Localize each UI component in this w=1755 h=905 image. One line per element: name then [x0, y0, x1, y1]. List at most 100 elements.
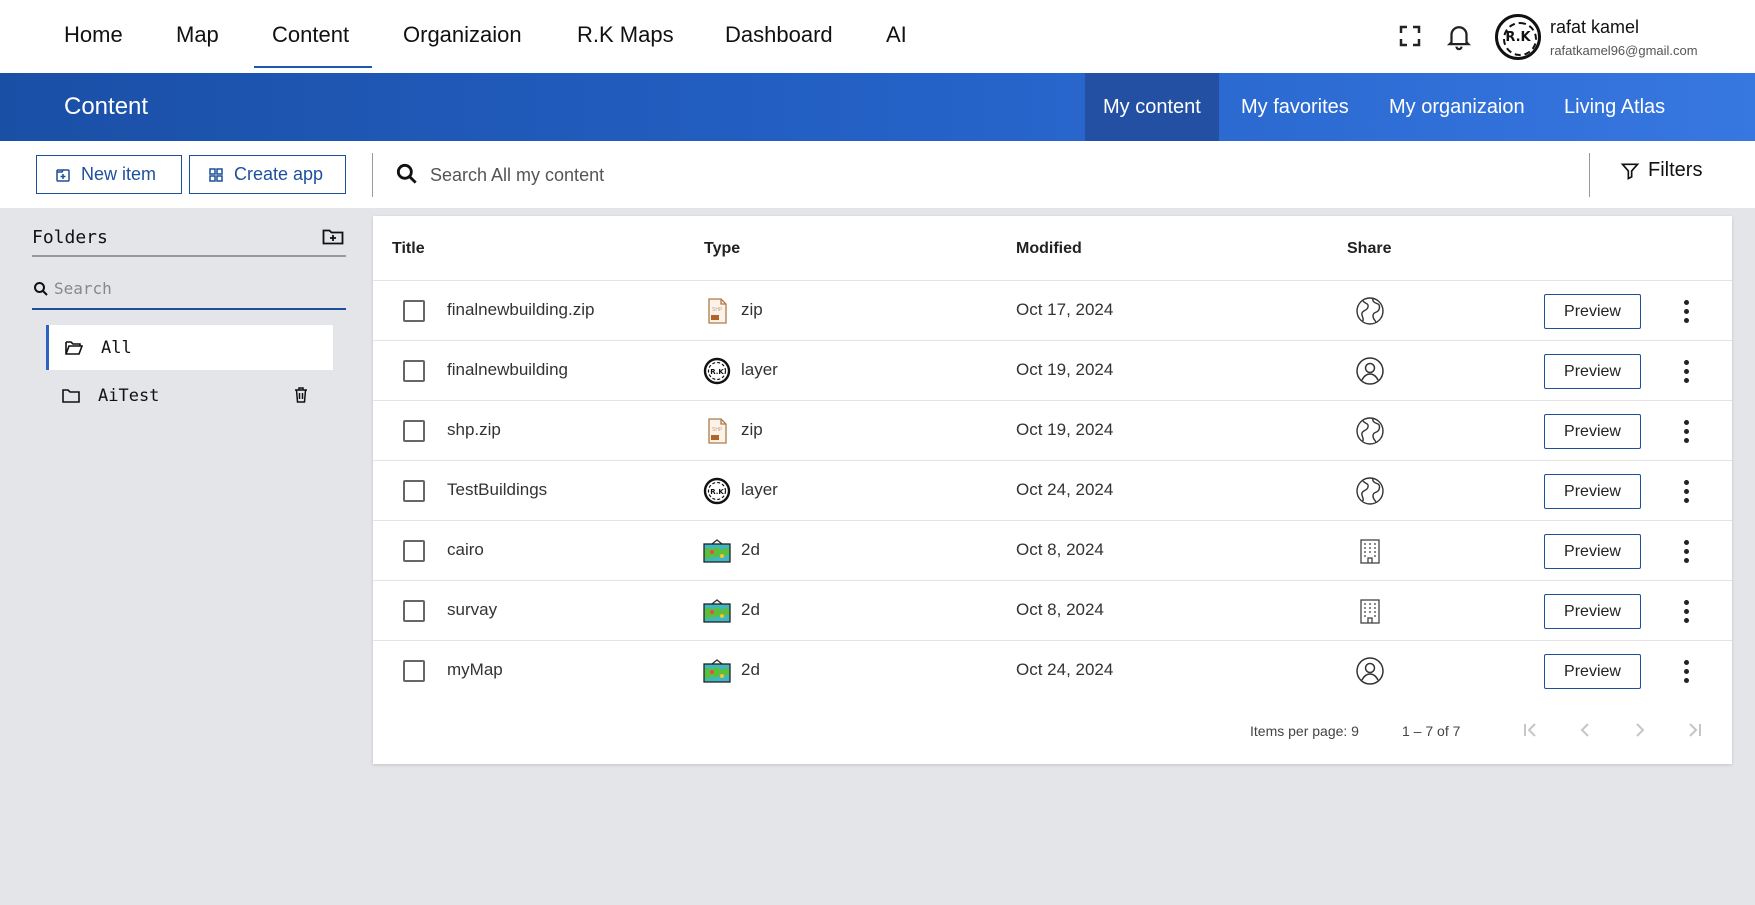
search-icon [33, 281, 49, 297]
new-item-label: New item [81, 164, 157, 184]
item-type: 2d [741, 540, 760, 559]
nav-home[interactable]: Home [64, 22, 123, 48]
preview-button[interactable]: Preview [1544, 294, 1641, 329]
row-checkbox[interactable] [403, 300, 425, 322]
item-title[interactable]: myMap [447, 660, 503, 680]
row-checkbox[interactable] [403, 420, 425, 442]
top-navigation: Home Map Content Organizaion R.K Maps Da… [0, 0, 1755, 73]
grid-icon [208, 167, 224, 183]
nav-map[interactable]: Map [176, 22, 219, 48]
first-page-icon[interactable] [1516, 716, 1544, 744]
column-header-title[interactable]: Title [392, 240, 425, 258]
nav-rk-maps[interactable]: R.K Maps [577, 22, 674, 48]
tab-my-favorites[interactable]: My favorites [1223, 73, 1367, 141]
item-title[interactable]: cairo [447, 540, 484, 560]
svg-text:SHP: SHP [712, 307, 722, 313]
row-checkbox[interactable] [403, 540, 425, 562]
row-checkbox[interactable] [403, 660, 425, 682]
more-options-icon[interactable] [1676, 657, 1696, 685]
nav-content[interactable]: Content [272, 22, 349, 48]
folder-item-aitest[interactable]: AiTest [46, 373, 333, 418]
next-page-icon[interactable] [1626, 716, 1654, 744]
last-page-icon[interactable] [1681, 716, 1709, 744]
item-type: layer [741, 360, 778, 379]
item-modified: Oct 19, 2024 [1016, 360, 1114, 379]
item-type: layer [741, 480, 778, 499]
user-name: rafat kamel [1550, 17, 1640, 37]
item-modified: Oct 8, 2024 [1016, 600, 1104, 619]
new-item-button[interactable]: New item [36, 155, 182, 194]
more-options-icon[interactable] [1676, 477, 1696, 505]
column-header-modified[interactable]: Modified [1016, 240, 1082, 258]
preview-button[interactable]: Preview [1544, 654, 1641, 689]
more-options-icon[interactable] [1676, 297, 1696, 325]
row-checkbox[interactable] [403, 600, 425, 622]
more-options-icon[interactable] [1676, 357, 1696, 385]
filters-button[interactable]: Filters [1620, 159, 1702, 182]
create-app-label: Create app [234, 164, 324, 184]
table-row[interactable]: survay 2d Oct 8, 2024 Preview [373, 581, 1732, 641]
item-title[interactable]: finalnewbuilding [447, 360, 568, 380]
table-row[interactable]: myMap 2d Oct 24, 2024 Preview [373, 641, 1732, 701]
row-checkbox[interactable] [403, 480, 425, 502]
folder-open-icon [65, 340, 83, 356]
nav-organization[interactable]: Organizaion [403, 22, 522, 48]
item-modified: Oct 17, 2024 [1016, 300, 1114, 319]
row-checkbox[interactable] [403, 360, 425, 382]
item-title[interactable]: TestBuildings [447, 480, 547, 500]
zip-file-icon: SHP [703, 297, 731, 325]
avatar[interactable]: R.K [1495, 14, 1541, 60]
folder-search [32, 270, 346, 310]
column-header-share[interactable]: Share [1347, 240, 1391, 258]
tab-my-content[interactable]: My content [1085, 73, 1219, 141]
tab-living-atlas[interactable]: Living Atlas [1546, 73, 1683, 141]
table-row[interactable]: finalnewbuilding R.K layer Oct 19, 2024 Prev… [373, 341, 1732, 401]
preview-button[interactable]: Preview [1544, 594, 1641, 629]
globe-icon [1355, 476, 1385, 506]
item-title[interactable]: finalnewbuilding.zip [447, 300, 594, 320]
content-header: Content My content My favorites My organ… [0, 73, 1755, 141]
preview-button[interactable]: Preview [1544, 354, 1641, 389]
nav-ai[interactable]: AI [886, 22, 907, 48]
more-options-icon[interactable] [1676, 597, 1696, 625]
tab-my-organization[interactable]: My organizaion [1371, 73, 1543, 141]
item-modified: Oct 8, 2024 [1016, 540, 1104, 559]
table-row[interactable]: shp.zip SHP zip Oct 19, 2024 Preview [373, 401, 1732, 461]
preview-button[interactable]: Preview [1544, 474, 1641, 509]
more-options-icon[interactable] [1676, 417, 1696, 445]
delete-icon[interactable] [294, 387, 308, 403]
column-header-type[interactable]: Type [704, 240, 740, 258]
globe-icon [1355, 296, 1385, 326]
add-folder-icon[interactable] [322, 226, 344, 251]
svg-text:R.K: R.K [710, 488, 724, 496]
search-input[interactable] [430, 159, 1570, 191]
add-file-icon [55, 167, 71, 183]
nav-dashboard[interactable]: Dashboard [725, 22, 833, 48]
item-type: 2d [741, 600, 760, 619]
table-row[interactable]: TestBuildings R.K layer Oct 24, 2024 Preview [373, 461, 1732, 521]
preview-button[interactable]: Preview [1544, 534, 1641, 569]
table-row[interactable]: finalnewbuilding.zip SHP zip Oct 17, 2024 Pr… [373, 281, 1732, 341]
table-row[interactable]: cairo 2d Oct 8, 2024 Preview [373, 521, 1732, 581]
item-title[interactable]: survay [447, 600, 497, 620]
content-table: Title Type Modified Share finalnewbuildi… [373, 216, 1732, 764]
search-icon [394, 161, 420, 192]
folder-item-all[interactable]: All [46, 325, 333, 370]
item-modified: Oct 24, 2024 [1016, 660, 1114, 679]
previous-page-icon[interactable] [1571, 716, 1599, 744]
building-icon [1355, 536, 1385, 566]
building-icon [1355, 596, 1385, 626]
item-title[interactable]: shp.zip [447, 420, 501, 440]
items-per-page[interactable]: Items per page: 9 [1250, 723, 1359, 739]
bell-icon[interactable] [1444, 21, 1474, 56]
preview-button[interactable]: Preview [1544, 414, 1641, 449]
avatar-text: R.K [1505, 29, 1531, 45]
create-app-button[interactable]: Create app [189, 155, 346, 194]
folder-search-input[interactable] [54, 275, 334, 301]
globe-icon [1355, 416, 1385, 446]
map-2d-icon [703, 657, 731, 685]
fullscreen-icon[interactable] [1398, 24, 1422, 53]
divider [32, 255, 346, 257]
item-type: 2d [741, 660, 760, 679]
more-options-icon[interactable] [1676, 537, 1696, 565]
